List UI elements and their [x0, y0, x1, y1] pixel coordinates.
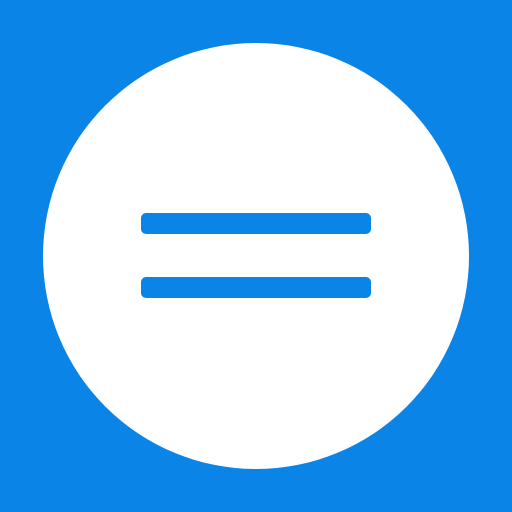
equals-icon-top-bar — [141, 213, 371, 234]
equals-icon-circle — [43, 43, 469, 469]
app-icon-background — [0, 0, 512, 512]
equals-icon-bottom-bar — [141, 277, 371, 298]
